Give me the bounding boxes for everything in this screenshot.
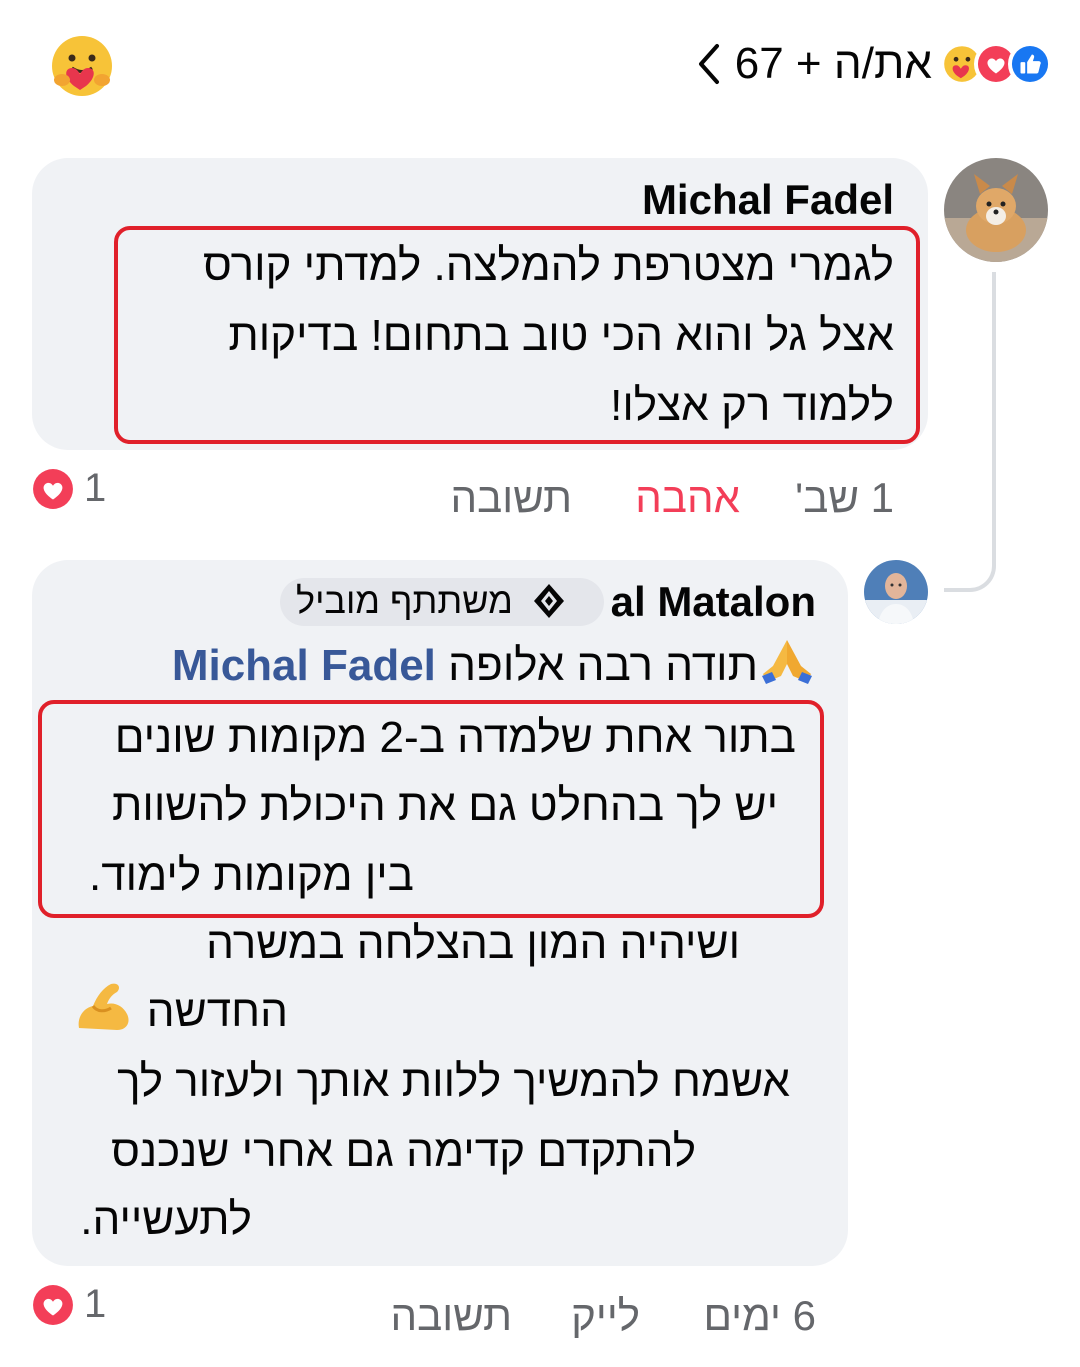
badge-diamond-icon xyxy=(534,584,564,618)
highlight-box xyxy=(38,700,824,918)
reply-greeting-line: תודה רבה אלופה Michal Fadel xyxy=(172,632,816,700)
reaction-summary[interactable]: את/ה + 67 xyxy=(695,38,1052,90)
reply-text-line: החדשה xyxy=(73,978,288,1046)
reply-text-line: אשמח להמשיך ללוות אותך ולעזור לך xyxy=(117,1057,790,1106)
greeting-text: תודה רבה אלופה xyxy=(448,641,758,690)
flexed-biceps-icon xyxy=(78,983,129,1030)
comment-timestamp[interactable]: 1 שב' xyxy=(795,474,894,522)
like-action-button[interactable]: לייק xyxy=(571,1292,640,1340)
love-action-button[interactable]: אהבה xyxy=(635,474,740,522)
care-reaction-icon[interactable] xyxy=(50,34,114,98)
reply-text-line: לתעשייה. xyxy=(80,1195,252,1244)
badge-label: משתתף מוביל xyxy=(296,580,513,621)
reply-button[interactable]: תשובה xyxy=(451,474,573,522)
like-icon xyxy=(1008,42,1052,86)
highlight-box xyxy=(114,226,920,444)
mention-link[interactable]: Michal Fadel xyxy=(172,641,436,690)
avatar-michal-fadel[interactable] xyxy=(944,158,1048,262)
reply-author[interactable]: al Matalon xyxy=(611,578,816,626)
reaction-count-text: את/ה + 67 xyxy=(734,39,932,88)
reply-timestamp[interactable]: 6 ימים xyxy=(703,1292,816,1340)
love-icon xyxy=(33,468,73,509)
praying-hands-icon xyxy=(762,640,812,684)
thread-connector xyxy=(944,272,996,592)
reaction-count: 1 xyxy=(84,466,107,510)
comment-reactions[interactable]: 1 xyxy=(32,466,106,511)
chevron-left-icon[interactable] xyxy=(695,42,723,86)
reaction-count: 1 xyxy=(84,1282,107,1326)
reply-text-line: ושיהיה המון בהצלחה במשרה xyxy=(206,919,740,968)
comment-author[interactable]: Michal Fadel xyxy=(642,176,894,224)
reply-text-word: החדשה xyxy=(146,987,288,1036)
reactions-header: את/ה + 67 xyxy=(0,0,1080,120)
avatar-matalon[interactable] xyxy=(864,560,928,624)
reply-button[interactable]: תשובה xyxy=(391,1292,513,1340)
love-icon xyxy=(33,1284,73,1325)
reply-text-line: להתקדם קדימה גם אחרי שנכנס xyxy=(111,1127,696,1176)
reply-reactions[interactable]: 1 xyxy=(32,1282,106,1327)
reaction-icons xyxy=(940,42,1052,86)
